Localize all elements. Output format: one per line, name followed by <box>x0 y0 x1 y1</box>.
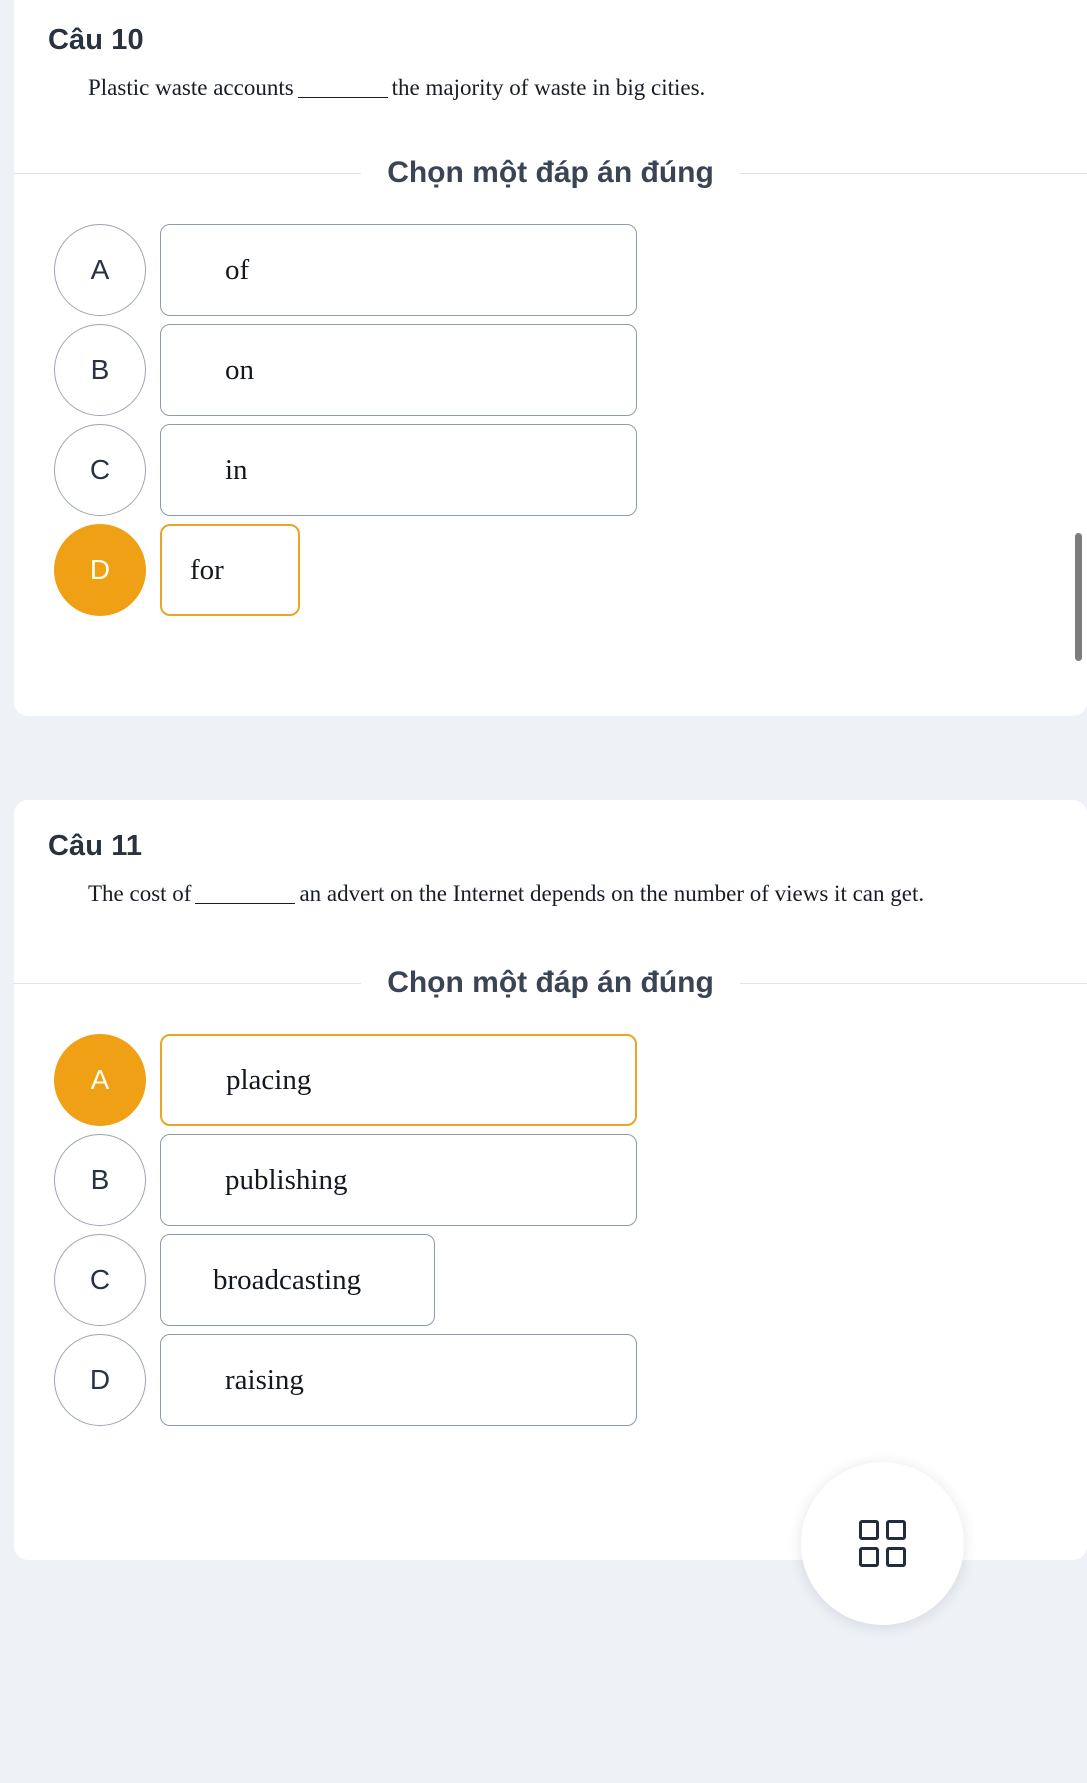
question-title-11: Câu 11 <box>48 830 143 862</box>
option-button-b-10[interactable]: on <box>160 324 637 417</box>
divider-line-right-10 <box>739 172 1087 174</box>
sentence-before-blank-11: The cost of <box>88 881 192 906</box>
sentence-after-blank-10: the majority of waste in big cities. <box>391 75 706 100</box>
option-row-d-10[interactable]: D for <box>14 520 1087 620</box>
option-button-d-10[interactable]: for <box>160 524 300 617</box>
option-row-c-10[interactable]: C in <box>14 420 1087 520</box>
question-sentence-10: Plastic waste accounts the majority of wa… <box>14 57 1087 104</box>
option-button-a-10[interactable]: of <box>160 224 637 317</box>
option-badge-a-11[interactable]: A <box>54 1034 146 1127</box>
question-card-11: Câu 11 The cost of an advert on the Inter… <box>14 800 1087 1560</box>
option-row-a-11[interactable]: A placing <box>14 1030 1087 1130</box>
question-title-10: Câu 10 <box>48 24 144 56</box>
divider-line-right-11 <box>739 982 1087 984</box>
option-badge-d-11[interactable]: D <box>54 1334 146 1427</box>
option-badge-d-10[interactable]: D <box>54 524 146 617</box>
option-button-c-11[interactable]: broadcasting <box>160 1234 435 1327</box>
option-button-a-11[interactable]: placing <box>160 1034 637 1127</box>
question-card-10: Câu 10 Plastic waste accounts the majorit… <box>14 0 1087 716</box>
option-badge-c-10[interactable]: C <box>54 424 146 517</box>
option-button-b-11[interactable]: publishing <box>160 1134 637 1227</box>
option-badge-a-10[interactable]: A <box>54 224 146 317</box>
options-list-10: A of B on C in D for <box>14 190 1087 620</box>
sentence-before-blank-10: Plastic waste accounts <box>88 75 294 100</box>
option-row-b-10[interactable]: B on <box>14 320 1087 420</box>
options-list-11: A placing B publishing C broadcasting D … <box>14 1000 1087 1430</box>
option-row-b-11[interactable]: B publishing <box>14 1130 1087 1230</box>
choose-answer-label-11: Chọn một đáp án đúng <box>387 966 714 1000</box>
grid-cell-1 <box>859 1520 879 1540</box>
choose-answer-divider-11: Chọn một đáp án đúng <box>14 966 1087 1000</box>
option-row-c-11[interactable]: C broadcasting <box>14 1230 1087 1330</box>
option-badge-b-11[interactable]: B <box>54 1134 146 1227</box>
answer-blank-10 <box>297 97 388 98</box>
choose-answer-divider-10: Chọn một đáp án đúng <box>14 156 1087 190</box>
page-left-edge <box>0 0 14 1783</box>
choose-answer-label-10: Chọn một đáp án đúng <box>387 156 714 190</box>
sentence-after-blank-11: an advert on the Internet depends on the… <box>299 881 925 906</box>
answer-blank-11 <box>195 903 296 904</box>
vertical-scrollbar-thumb[interactable] <box>1075 533 1082 661</box>
grid-four-squares-icon <box>859 1520 906 1567</box>
grid-cell-3 <box>859 1547 879 1567</box>
option-row-a-10[interactable]: A of <box>14 220 1087 320</box>
grid-cell-4 <box>886 1547 906 1567</box>
quiz-page: Câu 10 Plastic waste accounts the majorit… <box>0 0 1087 1783</box>
option-button-c-10[interactable]: in <box>160 424 637 517</box>
grid-cell-2 <box>886 1520 906 1540</box>
question-sentence-11: The cost of an advert on the Internet dep… <box>14 863 1087 910</box>
option-button-d-11[interactable]: raising <box>160 1334 637 1427</box>
option-badge-b-10[interactable]: B <box>54 324 146 417</box>
divider-line-left-10 <box>14 172 362 174</box>
option-badge-c-11[interactable]: C <box>54 1234 146 1327</box>
question-grid-fab[interactable] <box>801 1462 964 1625</box>
option-row-d-11[interactable]: D raising <box>14 1330 1087 1430</box>
divider-line-left-11 <box>14 982 362 984</box>
